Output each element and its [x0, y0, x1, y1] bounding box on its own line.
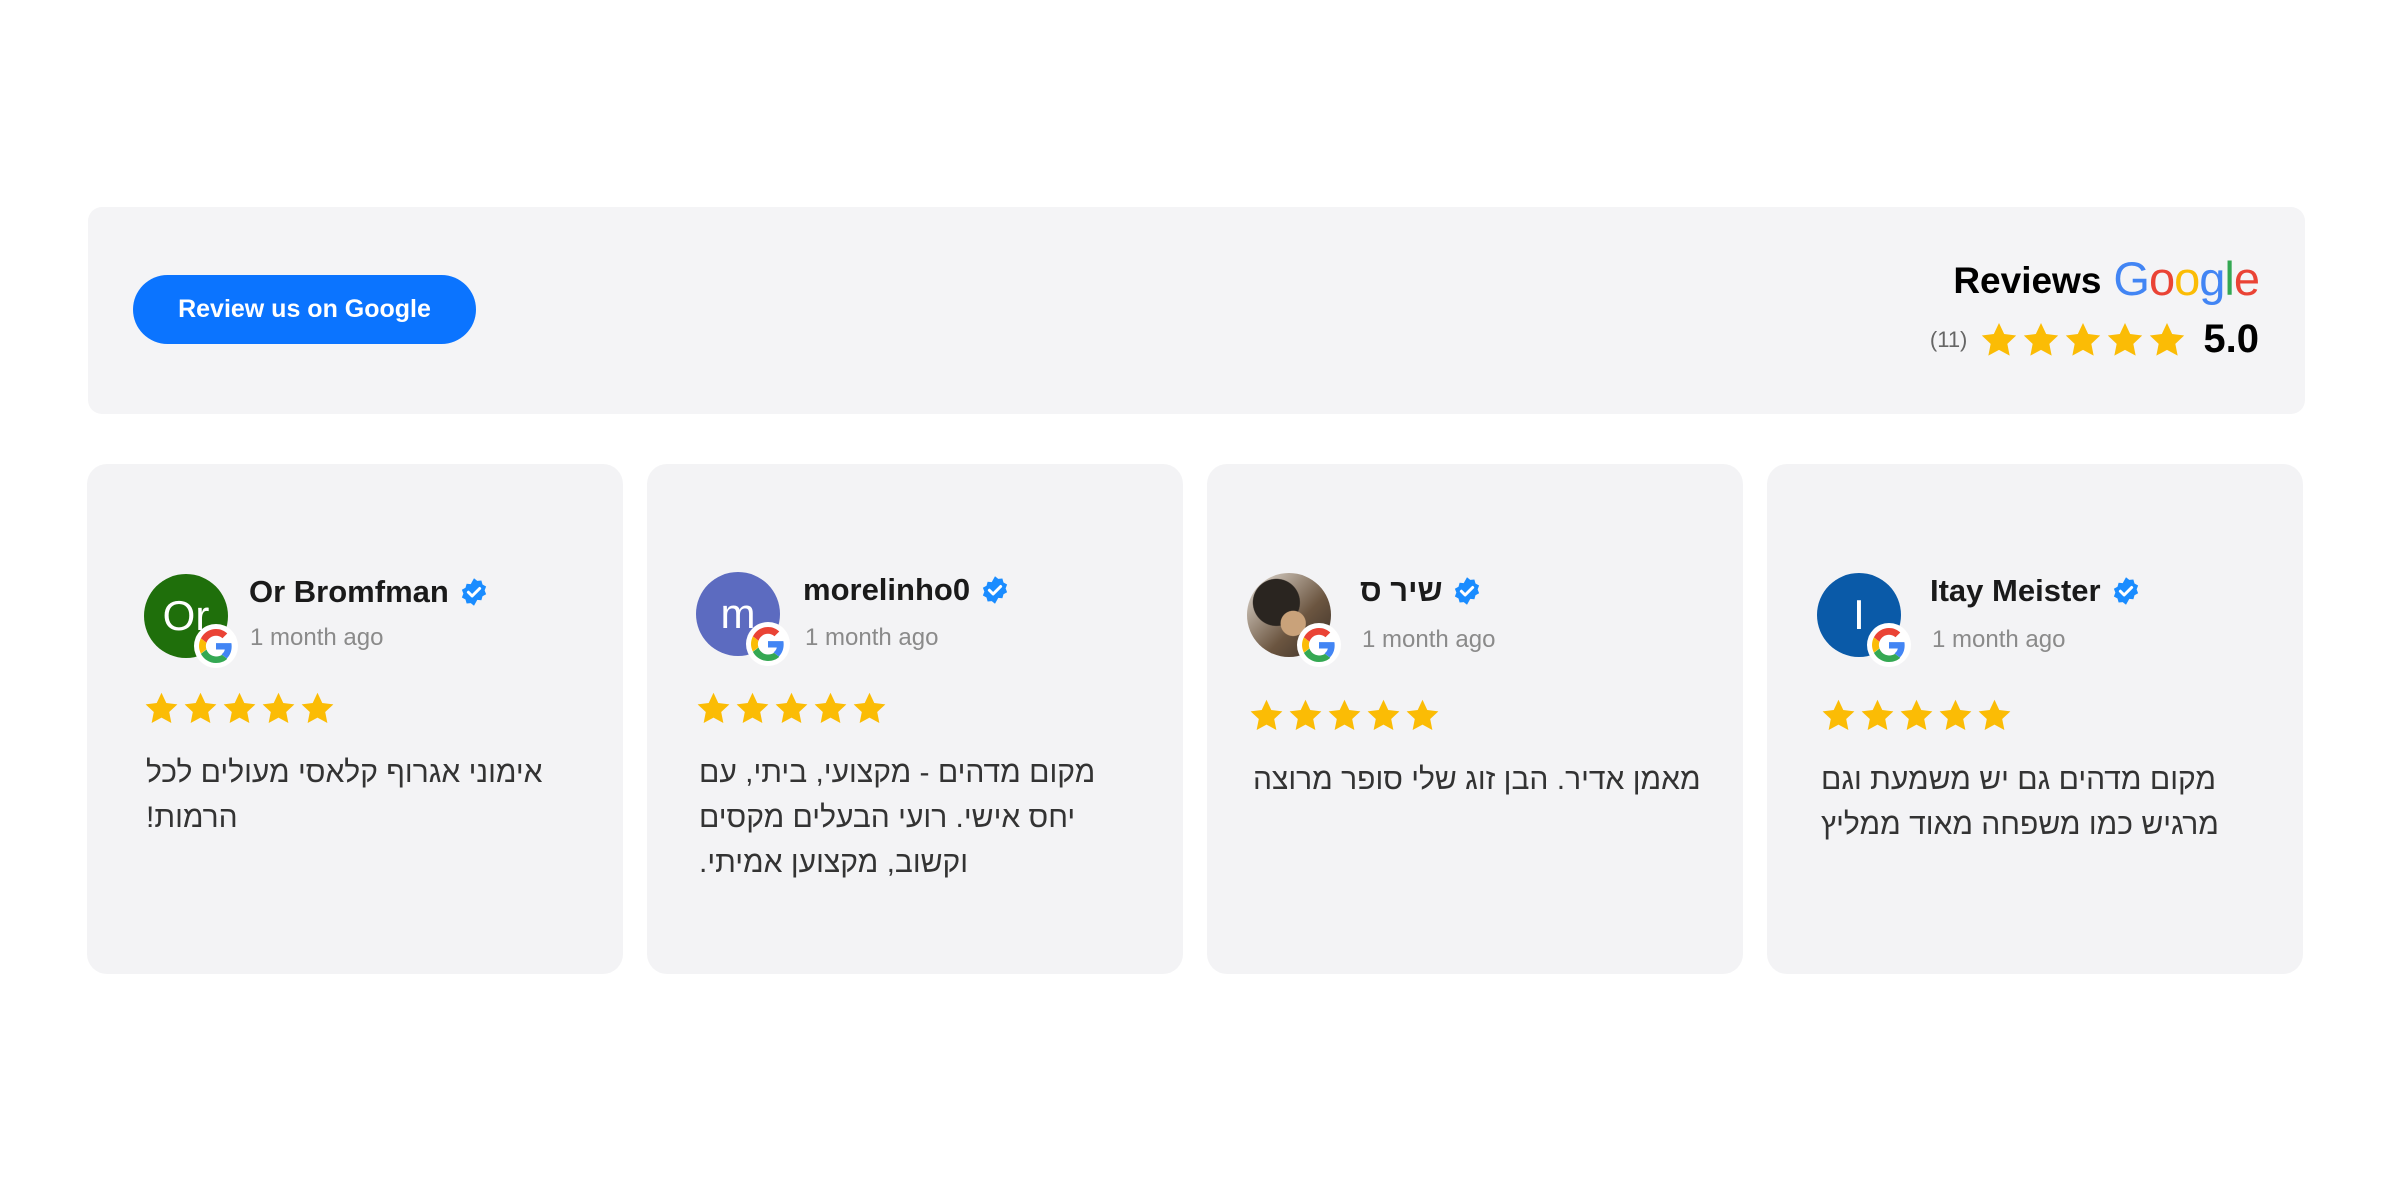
reviewer-name[interactable]: Itay Meister	[1930, 573, 2101, 609]
rating-value: 5.0	[2203, 317, 2259, 361]
reviews-label: Reviews	[1953, 260, 2102, 301]
google-badge-icon	[194, 624, 238, 668]
rating-stars	[1979, 320, 2187, 360]
google-badge-icon	[746, 622, 790, 666]
star-icon	[143, 690, 180, 727]
review-stars	[1248, 697, 1441, 734]
reviewer-avatar: Or	[144, 574, 238, 668]
star-icon	[2147, 320, 2187, 360]
review-stars	[143, 690, 336, 727]
star-icon	[1898, 697, 1935, 734]
star-icon	[1820, 697, 1857, 734]
star-icon	[2021, 320, 2061, 360]
star-icon	[1248, 697, 1285, 734]
star-icon	[1859, 697, 1896, 734]
verified-icon	[980, 575, 1010, 605]
summary-title: Reviews Google	[1953, 252, 2260, 305]
star-icon	[221, 690, 258, 727]
review-time: 1 month ago	[250, 624, 384, 651]
reviewer-avatar: I	[1817, 573, 1911, 667]
google-badge-icon	[1867, 623, 1911, 667]
star-icon	[1937, 697, 1974, 734]
star-icon	[773, 690, 810, 727]
verified-icon	[2111, 576, 2141, 606]
review-text: מקום מדהים גם יש משמעת וגם מרגיש כמו משפ…	[1821, 763, 2219, 841]
review-stars	[1820, 697, 2013, 734]
review-card: I Itay Meister 1 month ago מקום מדהים גם…	[1767, 464, 2303, 974]
star-icon	[1287, 697, 1324, 734]
review-time: 1 month ago	[1932, 626, 2066, 653]
reviewer-avatar: m	[696, 572, 790, 666]
review-text: מאמן אדיר. הבן זוג שלי סופר מרוצה	[1253, 763, 1701, 796]
verified-icon	[459, 577, 489, 607]
star-icon	[260, 690, 297, 727]
summary-rating-row: (11) 5.0	[1930, 317, 2259, 362]
google-badge-icon	[1297, 623, 1341, 667]
reviewer-name-row: Or Bromfman	[249, 574, 489, 610]
review-card: שיר ס 1 month ago מאמן אדיר. הבן זוג שלי…	[1207, 464, 1743, 974]
reviewer-name-row: Itay Meister	[1930, 573, 2141, 609]
review-text: מקום מדהים - מקצועי, ביתי, עם יחס אישי. …	[699, 756, 1096, 879]
star-icon	[1979, 320, 2019, 360]
star-icon	[1365, 697, 1402, 734]
reviewer-name[interactable]: morelinho0	[803, 572, 970, 608]
review-us-on-google-button[interactable]: Review us on Google	[133, 275, 476, 344]
star-icon	[182, 690, 219, 727]
review-time: 1 month ago	[1362, 626, 1496, 653]
star-icon	[734, 690, 771, 727]
review-time: 1 month ago	[805, 624, 939, 651]
reviewer-name[interactable]: Or Bromfman	[249, 574, 449, 610]
review-card: Or Or Bromfman 1 month ago אימוני אגרוף …	[87, 464, 623, 974]
star-icon	[695, 690, 732, 727]
star-icon	[2063, 320, 2103, 360]
review-count: (11)	[1929, 326, 1968, 352]
star-icon	[1976, 697, 2013, 734]
reviewer-name-row: morelinho0	[803, 572, 1010, 608]
star-icon	[1326, 697, 1363, 734]
reviewer-avatar	[1247, 573, 1341, 667]
reviews-summary-panel: Review us on Google Reviews Google (11) …	[88, 207, 2305, 414]
verified-icon	[1452, 576, 1482, 606]
star-icon	[851, 690, 888, 727]
star-icon	[812, 690, 849, 727]
google-logo: Google	[2113, 252, 2260, 305]
reviewer-name[interactable]: שיר ס	[1360, 573, 1442, 609]
review-card: m morelinho0 1 month ago מקום מדהים - מק…	[647, 464, 1183, 974]
rating-summary: Reviews Google (11) 5.0	[1930, 252, 2260, 362]
reviewer-name-row: שיר ס	[1360, 573, 1482, 609]
star-icon	[299, 690, 336, 727]
star-icon	[2105, 320, 2145, 360]
review-text: אימוני אגרוף קלאסי מעולים לכל הרמות!	[146, 756, 543, 834]
review-stars	[695, 690, 888, 727]
star-icon	[1404, 697, 1441, 734]
